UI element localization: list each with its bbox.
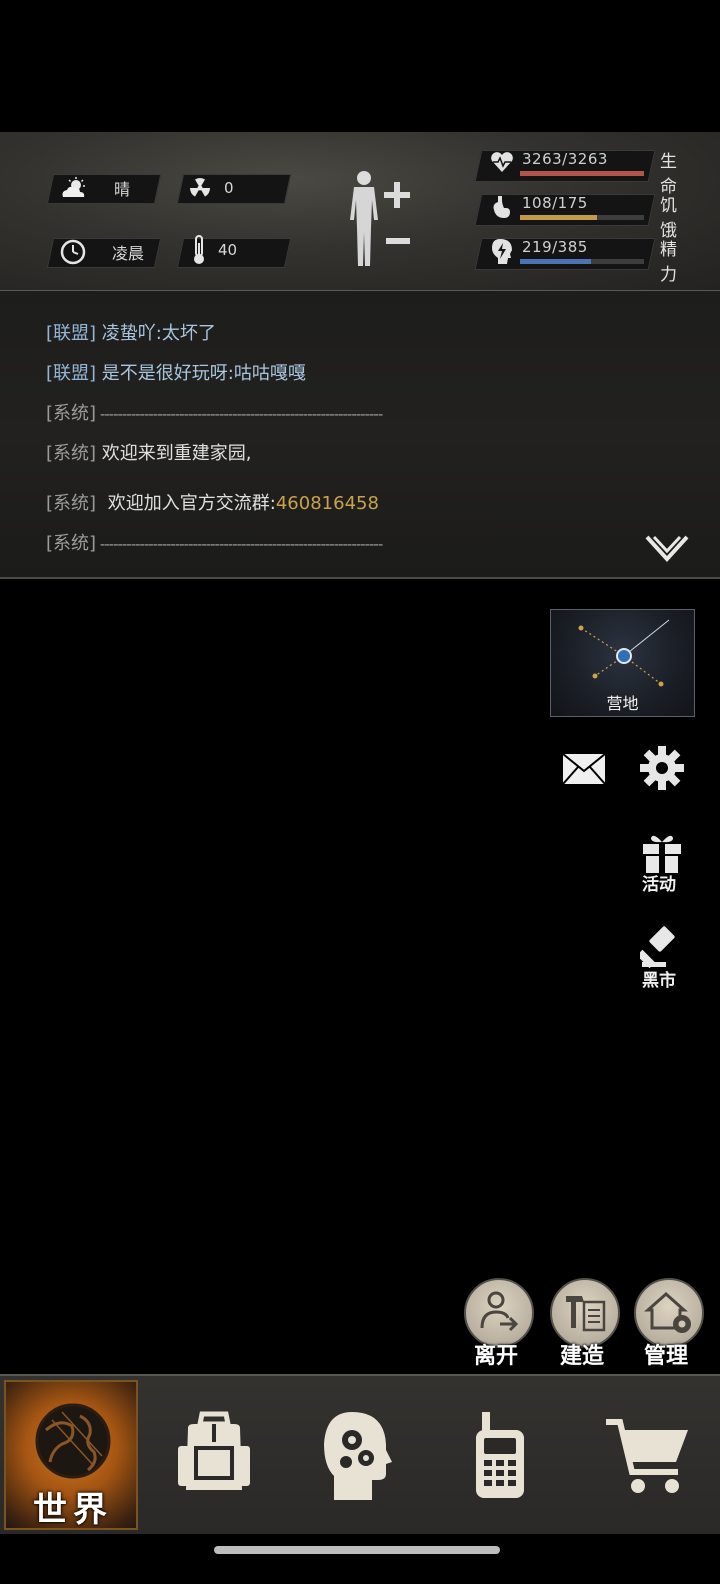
radiation-stat[interactable]: 0 [188, 174, 234, 202]
energy-label: 精力 [660, 240, 677, 285]
house-gear-icon [644, 1291, 691, 1333]
time-value: 凌晨 [112, 244, 145, 263]
radiation-value: 0 [224, 179, 234, 197]
chat-message: 欢迎来到重建家园, [101, 443, 252, 464]
chat-tag: [系统] [46, 533, 97, 554]
mail-icon[interactable] [562, 753, 606, 785]
chat-tag: [系统] [46, 443, 97, 464]
chat-line-partial: ▔▔▔ [46, 291, 88, 300]
chat-tag: [联盟] [46, 323, 97, 344]
chat-message: 凌蛰吖:太坏了 [101, 323, 216, 344]
chat-line: [联盟] 是不是很好玩呀:咕咕嘎嘎 [46, 359, 306, 385]
energy-bar [520, 259, 644, 264]
chat-line: [系统] 欢迎来到重建家园, [46, 439, 252, 465]
build-label: 建造 [560, 1344, 605, 1369]
leave-button[interactable]: 离开 [464, 1278, 534, 1370]
black-market-label: 黑市 [642, 971, 676, 991]
leave-label: 离开 [474, 1344, 519, 1369]
map-nodes-icon [578, 619, 670, 687]
health-value: 3263/3263 [522, 150, 608, 168]
group-number-link[interactable]: 460816458 [276, 493, 379, 514]
chat-line: [系统] 欢迎加入官方交流群:460816458 [46, 489, 379, 515]
human-body-icon [350, 171, 378, 266]
build-button[interactable]: 建造 [550, 1278, 620, 1370]
head-gears-icon [324, 1412, 392, 1500]
chat-tag: [系统] [46, 403, 97, 424]
camp-label: 营地 [606, 694, 639, 713]
energy-head-icon [492, 239, 512, 264]
hunger-bar [520, 215, 644, 220]
chat-message: ----------------------------------------… [99, 405, 383, 423]
status-panel: 晴 0 凌晨 40 3263/3263 生命 108/175 饥饿 219/38… [0, 132, 720, 292]
chat-message: 是不是很好玩呀:咕咕嘎嘎 [101, 363, 306, 384]
plus-icon [384, 182, 410, 208]
weather-value: 晴 [114, 180, 131, 199]
activity-button[interactable]: 活动 [636, 832, 688, 896]
weather-stat[interactable]: 晴 [60, 174, 130, 202]
chat-line: [联盟] 凌蛰吖:太坏了 [46, 319, 216, 345]
bottom-nav: 世界 [0, 1374, 720, 1534]
nav-shop[interactable] [578, 1380, 712, 1530]
energy-value: 219/385 [522, 238, 588, 256]
walkie-talkie-icon [476, 1412, 524, 1498]
radiation-icon [190, 178, 210, 197]
nav-world-label: 世界 [33, 1490, 113, 1530]
manage-label: 管理 [644, 1344, 689, 1369]
gift-icon [643, 835, 681, 873]
heart-icon [491, 152, 513, 172]
globe-icon [35, 1403, 111, 1479]
health-label: 生命 [660, 152, 677, 197]
chat-panel[interactable]: ▔▔▔ [联盟] 凌蛰吖:太坏了 [联盟] 是不是很好玩呀:咕咕嘎嘎 [系统] … [0, 291, 720, 579]
temperature-value: 40 [218, 241, 238, 259]
nav-backpack[interactable] [146, 1380, 280, 1530]
cloud-sun-icon [62, 177, 85, 197]
thermometer-icon [194, 235, 204, 264]
time-stat[interactable]: 凌晨 [60, 238, 144, 266]
chat-line: [系统] -----------------------------------… [46, 529, 383, 555]
minus-icon [386, 238, 410, 244]
manage-button[interactable]: 管理 [634, 1278, 704, 1370]
hammer-building-icon [566, 1296, 606, 1332]
chat-tag: [系统] [46, 493, 97, 514]
person-exit-icon [480, 1291, 519, 1332]
nav-radio[interactable] [434, 1380, 568, 1530]
activity-label: 活动 [642, 875, 676, 895]
gavel-icon [640, 926, 675, 968]
hunger-label: 饥饿 [660, 196, 677, 241]
health-bar [520, 171, 644, 176]
chat-tag: [联盟] [46, 363, 97, 384]
body-status-button[interactable] [344, 170, 416, 270]
hunger-value: 108/175 [522, 194, 588, 212]
backpack-icon [178, 1411, 250, 1490]
stomach-icon [493, 196, 510, 218]
nav-world[interactable]: 世界 [4, 1380, 138, 1530]
nav-skills[interactable] [290, 1380, 424, 1530]
black-market-button[interactable]: 黑市 [636, 924, 688, 992]
chat-line: [系统] -----------------------------------… [46, 399, 383, 425]
home-indicator[interactable] [214, 1546, 500, 1554]
chevron-down-icon[interactable] [644, 533, 690, 565]
chat-message: 欢迎加入官方交流群: [107, 493, 276, 514]
camp-map-button[interactable]: 营地 [550, 609, 695, 717]
chat-message: ----------------------------------------… [99, 535, 383, 553]
temperature-stat[interactable]: 40 [192, 235, 238, 264]
gear-icon[interactable] [640, 745, 684, 791]
clock-icon [60, 239, 86, 265]
shopping-cart-icon [606, 1419, 688, 1493]
